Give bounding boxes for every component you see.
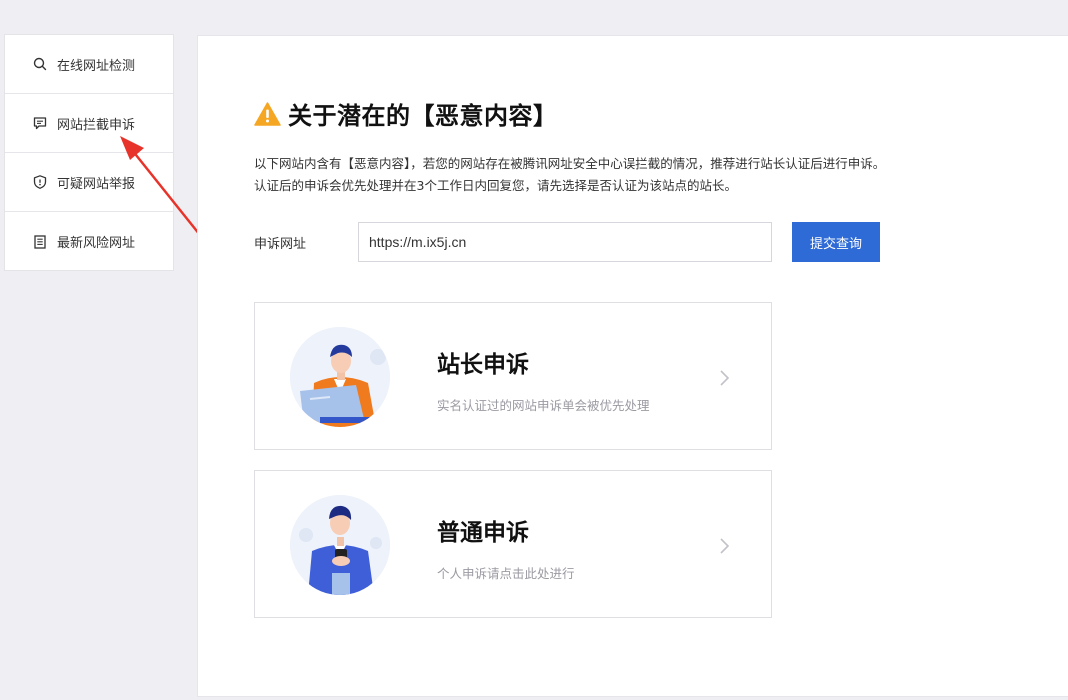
webmaster-illustration-icon	[290, 327, 390, 427]
submit-query-button[interactable]: 提交查询	[792, 222, 880, 262]
webmaster-avatar	[290, 327, 390, 427]
appeal-url-input[interactable]	[358, 222, 772, 262]
sidebar-item-url-check[interactable]: 在线网址检测	[5, 35, 173, 94]
card-subtitle: 个人申诉请点击此处进行	[437, 566, 575, 581]
regular-appeal-card[interactable]: 普通申诉 个人申诉请点击此处进行	[254, 470, 772, 618]
sidebar-item-label: 在线网址检测	[57, 58, 136, 74]
shield-icon	[32, 174, 48, 190]
description: 以下网站内含有【恶意内容】，若您的网站存在被腾讯网址安全中心误拦截的情况，推荐进…	[254, 153, 885, 197]
card-title: 普通申诉	[437, 520, 529, 546]
page-title: 关于潜在的【恶意内容】	[288, 102, 558, 130]
search-icon	[32, 56, 48, 72]
main-panel: 关于潜在的【恶意内容】 以下网站内含有【恶意内容】，若您的网站存在被腾讯网址安全…	[197, 35, 1068, 697]
description-line-1: 以下网站内含有【恶意内容】，若您的网站存在被腾讯网址安全中心误拦截的情况，推荐进…	[254, 156, 886, 171]
card-subtitle: 实名认证过的网站申诉单会被优先处理	[437, 398, 650, 413]
list-icon	[32, 234, 48, 250]
annotation-arrow-icon	[120, 136, 206, 242]
regular-avatar	[290, 495, 390, 595]
chevron-right-icon	[720, 370, 730, 386]
title-row: 关于潜在的【恶意内容】	[254, 96, 558, 131]
card-title: 站长申诉	[437, 352, 529, 378]
description-line-2: 认证后的申诉会优先处理并在3个工作日内回复您，请先选择是否认证为该站点的站长。	[254, 178, 737, 193]
regular-user-illustration-icon	[290, 495, 390, 595]
webmaster-appeal-card[interactable]: 站长申诉 实名认证过的网站申诉单会被优先处理	[254, 302, 772, 450]
appeal-url-label: 申诉网址	[254, 236, 307, 252]
appeal-url-form: 申诉网址 提交查询	[254, 222, 880, 262]
warning-icon	[254, 101, 281, 126]
chevron-right-icon	[720, 538, 730, 554]
comment-icon	[32, 115, 48, 131]
